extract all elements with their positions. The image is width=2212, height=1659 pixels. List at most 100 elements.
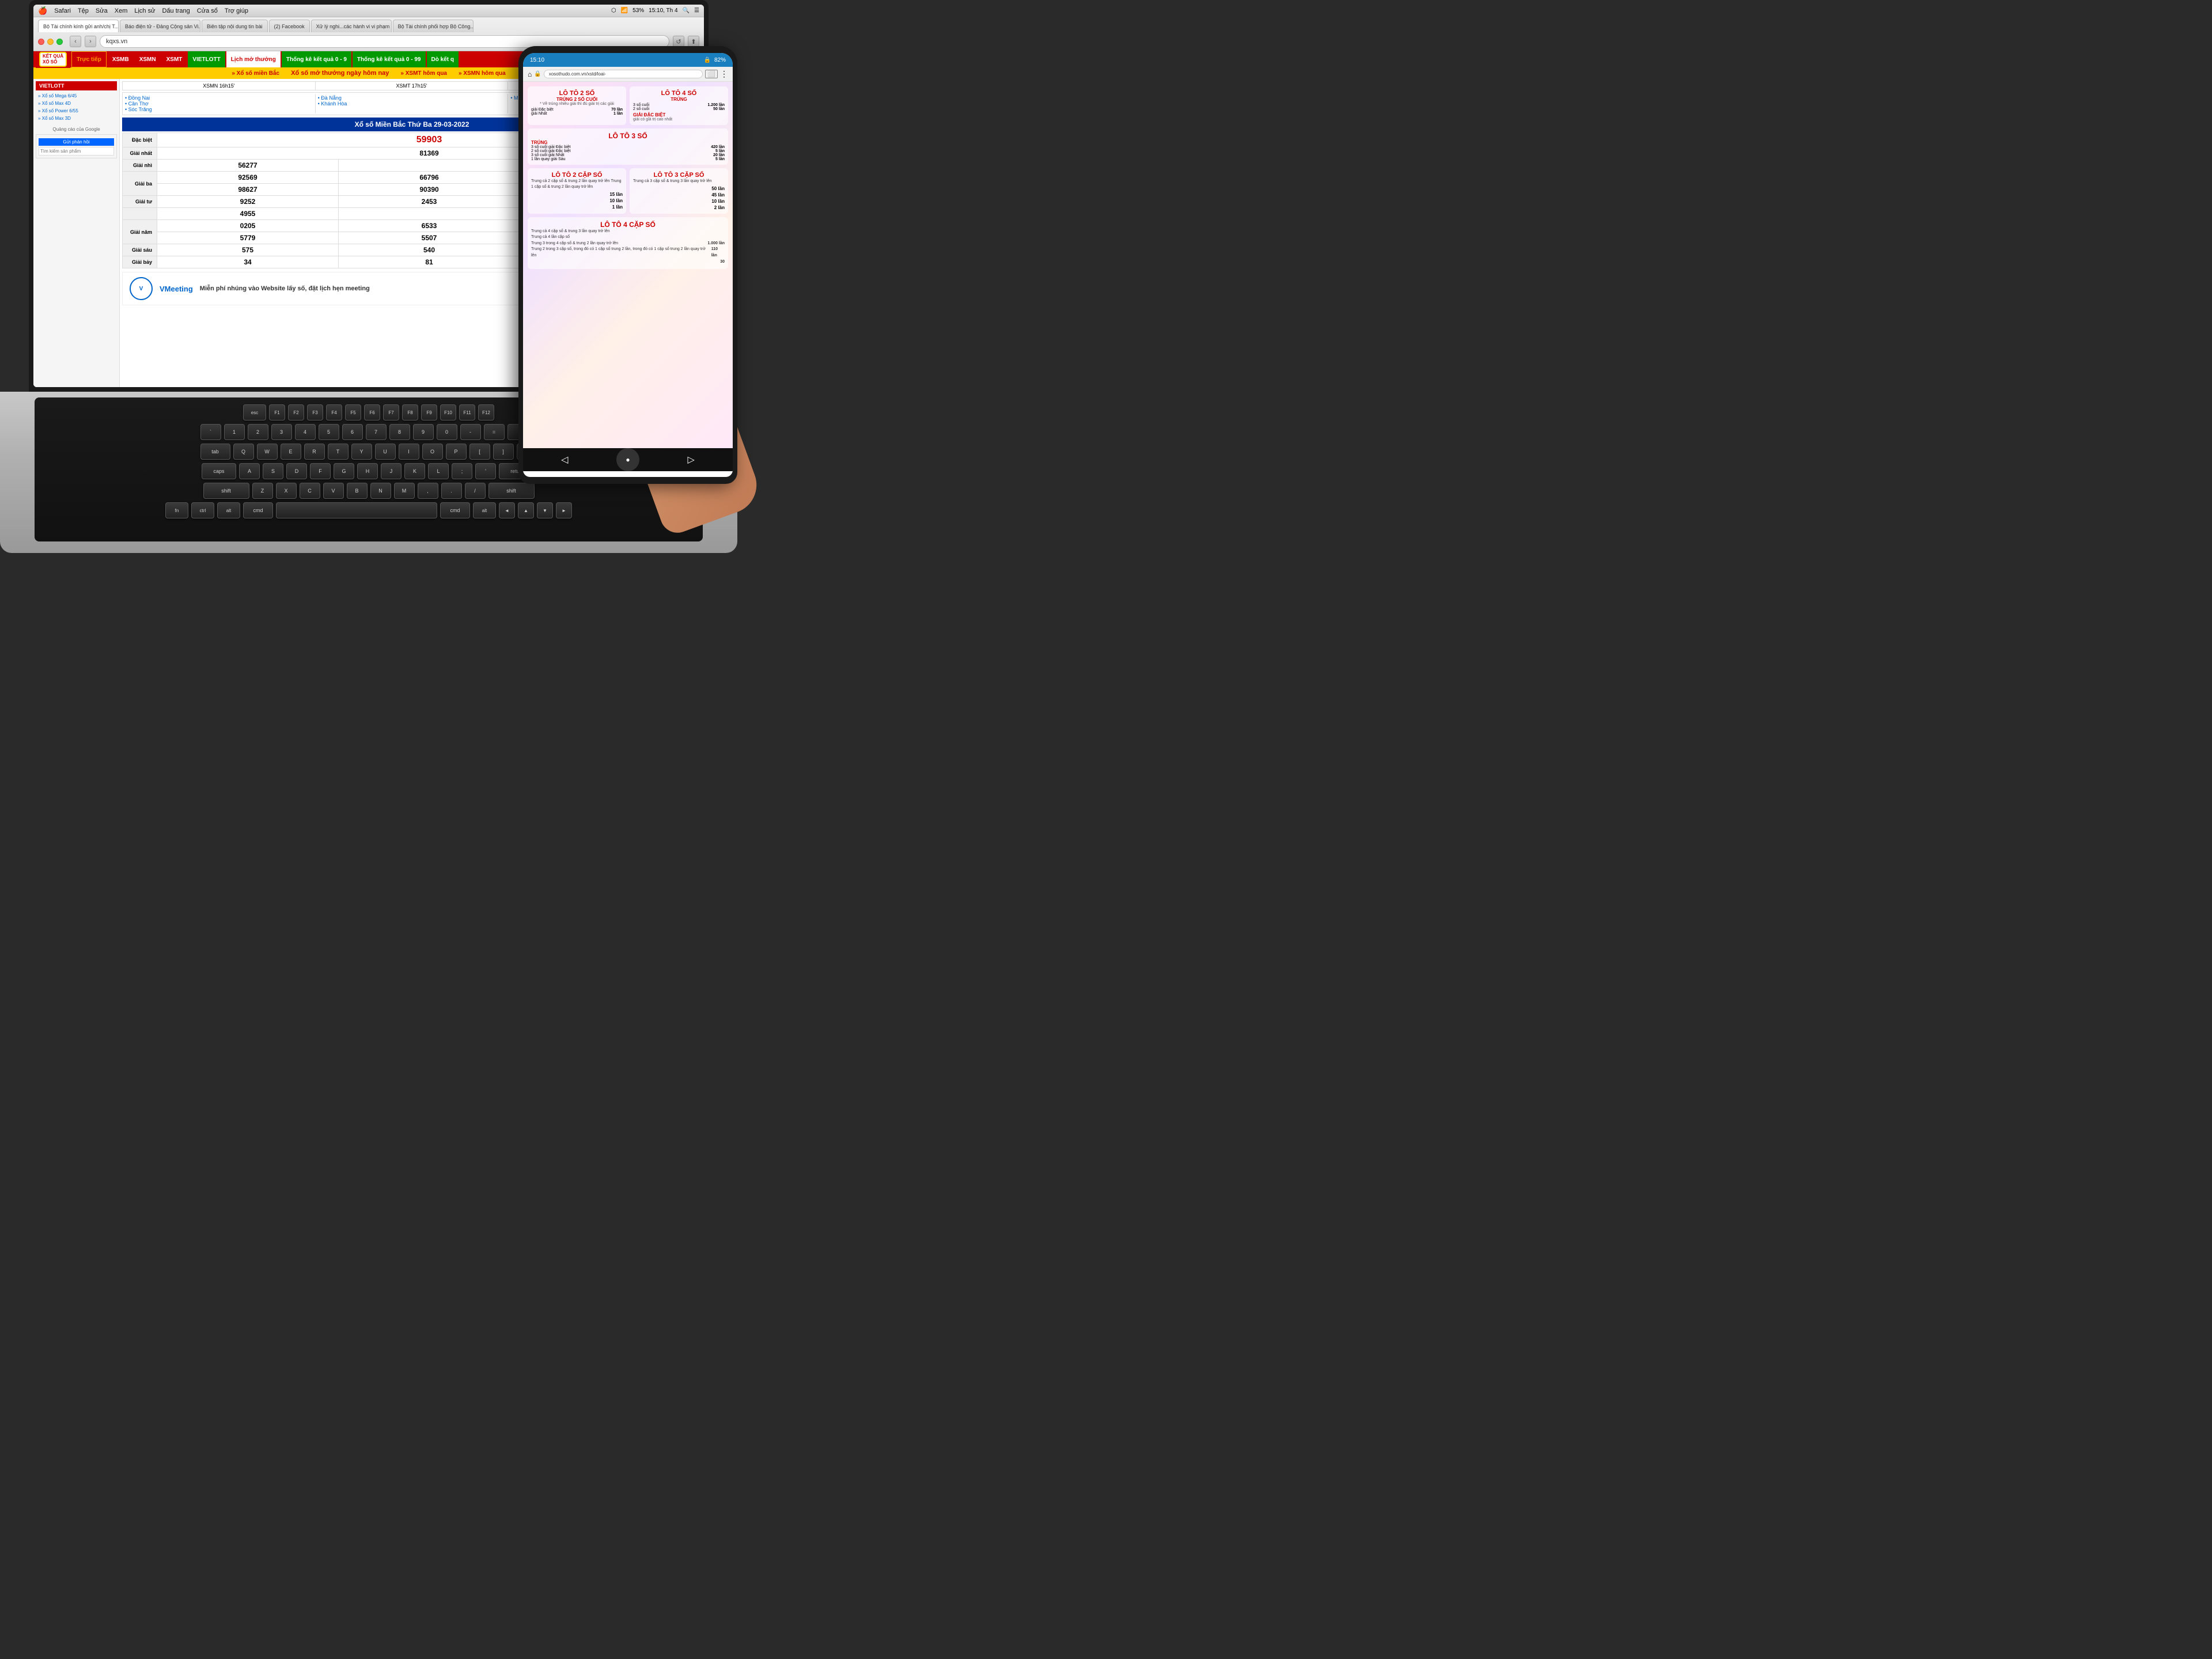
phone-home-icon[interactable]: ⌂ <box>528 70 532 78</box>
link-da-nang[interactable]: • Đà Nẵng <box>318 95 506 101</box>
apple-icon[interactable]: 🍎 <box>38 6 47 16</box>
key-e[interactable]: E <box>281 444 301 460</box>
key-y[interactable]: Y <box>351 444 372 460</box>
tab-3[interactable]: (2) Facebook <box>269 20 310 32</box>
key-p[interactable]: P <box>446 444 467 460</box>
link-dong-nai[interactable]: • Đồng Nai <box>125 95 313 101</box>
key-2[interactable]: 2 <box>248 424 268 440</box>
menu-bookmarks[interactable]: Dấu trang <box>162 7 190 14</box>
key-z[interactable]: Z <box>252 483 273 499</box>
key-l[interactable]: L <box>428 463 449 479</box>
key-f9[interactable]: F9 <box>421 404 437 421</box>
key-9[interactable]: 9 <box>413 424 434 440</box>
key-x[interactable]: X <box>276 483 297 499</box>
key-f10[interactable]: F10 <box>440 404 456 421</box>
sub-xsmt[interactable]: » XSMT hôm qua <box>400 70 447 77</box>
phone-recent-btn[interactable]: ▷ <box>683 451 700 468</box>
key-alt-right[interactable]: alt <box>473 502 496 518</box>
ad-submit-btn[interactable]: Gửi phản hồi <box>39 138 114 146</box>
key-s[interactable]: S <box>263 463 283 479</box>
key-ctrl[interactable]: ctrl <box>191 502 214 518</box>
key-h[interactable]: H <box>357 463 378 479</box>
key-t[interactable]: T <box>328 444 349 460</box>
key-left[interactable]: ◄ <box>499 502 515 518</box>
key-alt[interactable]: alt <box>217 502 240 518</box>
key-f8[interactable]: F8 <box>402 404 418 421</box>
key-lbracket[interactable]: [ <box>469 444 490 460</box>
back-button[interactable]: ‹ <box>70 36 81 47</box>
menu-help[interactable]: Trợ giúp <box>225 7 248 14</box>
key-shift-left[interactable]: shift <box>203 483 249 499</box>
sidebar-mega645[interactable]: » Xổ số Mega 6/45 <box>36 92 117 100</box>
link-soc-trang[interactable]: • Sóc Trăng <box>125 107 313 112</box>
nav-truc-tiep[interactable]: Trực tiếp <box>71 51 107 67</box>
key-a[interactable]: A <box>239 463 260 479</box>
key-esc[interactable]: esc <box>243 404 266 421</box>
key-quote[interactable]: ' <box>475 463 496 479</box>
menu-edit[interactable]: Sửa <box>96 7 108 14</box>
key-backtick[interactable]: ` <box>200 424 221 440</box>
key-semicolon[interactable]: ; <box>452 463 472 479</box>
key-down[interactable]: ▼ <box>537 502 553 518</box>
tab-5[interactable]: Bộ Tài chính phối hợp Bộ Công... <box>393 20 474 32</box>
key-m[interactable]: M <box>394 483 415 499</box>
key-v[interactable]: V <box>323 483 344 499</box>
forward-button[interactable]: › <box>85 36 96 47</box>
share-button[interactable]: ⬆ <box>688 36 699 47</box>
key-f[interactable]: F <box>310 463 331 479</box>
key-4[interactable]: 4 <box>295 424 316 440</box>
key-period[interactable]: . <box>441 483 462 499</box>
key-o[interactable]: O <box>422 444 443 460</box>
key-u[interactable]: U <box>375 444 396 460</box>
key-equals[interactable]: = <box>484 424 505 440</box>
key-minus[interactable]: - <box>460 424 481 440</box>
sidebar-max3d[interactable]: » Xổ số Max 3D <box>36 115 117 122</box>
key-f2[interactable]: F2 <box>288 404 304 421</box>
key-7[interactable]: 7 <box>366 424 387 440</box>
nav-xsmt[interactable]: XSMT <box>162 51 187 67</box>
key-d[interactable]: D <box>286 463 307 479</box>
nav-thongke1[interactable]: Thống kê kết quả 0 - 9 <box>282 51 351 67</box>
key-1[interactable]: 1 <box>224 424 245 440</box>
key-f11[interactable]: F11 <box>459 404 475 421</box>
ad-search-input[interactable] <box>39 147 114 156</box>
menu-view[interactable]: Xem <box>115 7 128 14</box>
key-cmd-right[interactable]: cmd <box>440 502 470 518</box>
key-r[interactable]: R <box>304 444 325 460</box>
key-fn[interactable]: fn <box>165 502 188 518</box>
key-q[interactable]: Q <box>233 444 254 460</box>
menu-history[interactable]: Lịch sử <box>134 7 155 14</box>
sub-xsmn[interactable]: » XSMN hôm qua <box>459 70 506 77</box>
menu-window[interactable]: Cửa sổ <box>197 7 218 14</box>
close-button[interactable] <box>38 39 44 45</box>
key-n[interactable]: N <box>370 483 391 499</box>
key-k[interactable]: K <box>404 463 425 479</box>
key-cmd-left[interactable]: cmd <box>243 502 273 518</box>
key-space[interactable] <box>276 502 437 518</box>
nav-thongke2[interactable]: Thống kê kết quả 0 - 99 <box>353 51 426 67</box>
key-up[interactable]: ▲ <box>518 502 534 518</box>
key-slash[interactable]: / <box>465 483 486 499</box>
nav-xsmn[interactable]: XSMN <box>135 51 161 67</box>
reload-button[interactable]: ↺ <box>673 36 684 47</box>
key-caps[interactable]: caps <box>202 463 236 479</box>
phone-tabs-icon[interactable]: ⬜ <box>705 70 718 78</box>
menu-safari[interactable]: Safari <box>54 7 71 14</box>
key-f6[interactable]: F6 <box>364 404 380 421</box>
key-0[interactable]: 0 <box>437 424 457 440</box>
sidebar-max4d[interactable]: » Xổ số Max 4D <box>36 100 117 107</box>
key-g[interactable]: G <box>334 463 354 479</box>
key-tab[interactable]: tab <box>200 444 230 460</box>
key-i[interactable]: I <box>399 444 419 460</box>
sidebar-power655[interactable]: » Xổ số Power 6/55 <box>36 107 117 115</box>
nav-xsmb[interactable]: XSMB <box>108 51 134 67</box>
key-8[interactable]: 8 <box>389 424 410 440</box>
key-shift-right[interactable]: shift <box>488 483 535 499</box>
key-b[interactable]: B <box>347 483 368 499</box>
link-can-tho[interactable]: • Cần Thơ <box>125 101 313 107</box>
nav-dokq[interactable]: Dò kết q <box>427 51 459 67</box>
nav-vietlott[interactable]: VIETLOTT <box>188 51 225 67</box>
notification-icon[interactable]: ☰ <box>694 7 699 14</box>
key-f4[interactable]: F4 <box>326 404 342 421</box>
menu-file[interactable]: Tệp <box>78 7 89 14</box>
